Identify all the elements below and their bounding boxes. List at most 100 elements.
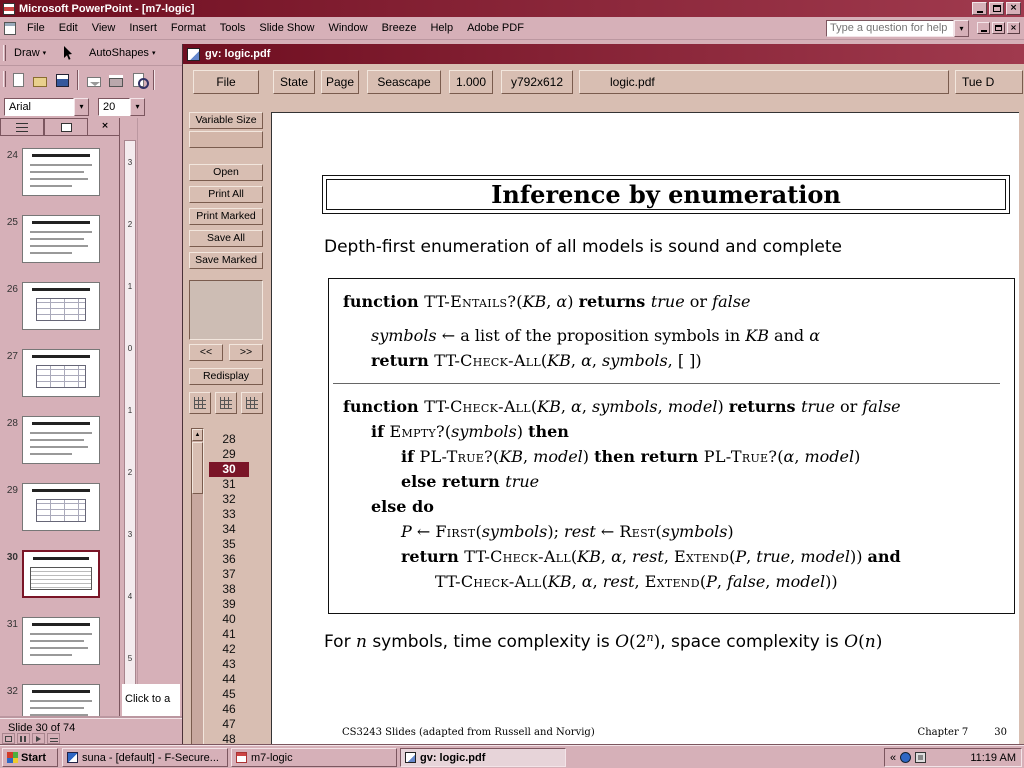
outline-view-icon (50, 736, 58, 742)
gv-page-number-36[interactable]: 36 (209, 552, 249, 567)
gv-pagelist-scrollbar[interactable]: ▲ (191, 428, 204, 745)
gv-page-number-33[interactable]: 33 (209, 507, 249, 522)
restore-button[interactable] (989, 2, 1004, 15)
menu-item-view[interactable]: View (85, 19, 123, 37)
menu-item-help[interactable]: Help (423, 19, 460, 37)
gv-page-number-34[interactable]: 34 (209, 522, 249, 537)
code-segment: ) (727, 522, 733, 541)
gv-page-list: 2829303132333435363738394041424344454647… (209, 44, 261, 745)
tray-icon-2[interactable] (915, 752, 926, 763)
autoshapes-menu-button[interactable]: AutoShapes ▾ (84, 44, 160, 62)
menu-item-insert[interactable]: Insert (122, 19, 164, 37)
gv-page-number-46[interactable]: 46 (209, 702, 249, 717)
code-segment: return (371, 351, 434, 370)
gv-date-button[interactable]: Tue D (955, 70, 1023, 94)
slide-thumbnail-30[interactable] (22, 550, 100, 598)
thumbnail-table (36, 365, 86, 388)
gv-page-number-41[interactable]: 41 (209, 627, 249, 642)
print-button[interactable] (106, 70, 126, 90)
help-combo-arrow-icon[interactable]: ▾ (954, 20, 969, 37)
menu-item-breeze[interactable]: Breeze (375, 19, 424, 37)
menu-item-slide-show[interactable]: Slide Show (252, 19, 321, 37)
menu-item-tools[interactable]: Tools (213, 19, 253, 37)
gv-1-000-button[interactable]: 1.000 (449, 70, 493, 94)
footer-credit: CS3243 Slides (adapted from Russell and … (342, 727, 595, 738)
gv-page-button[interactable]: Page (321, 70, 359, 94)
gv-page-number-32[interactable]: 32 (209, 492, 249, 507)
slide-thumbnail-25[interactable] (22, 215, 100, 263)
gv-page-number-35[interactable]: 35 (209, 537, 249, 552)
gv-page-number-47[interactable]: 47 (209, 717, 249, 732)
slide-thumbnail-32[interactable] (22, 684, 100, 718)
help-search-input[interactable] (826, 20, 954, 37)
email-button[interactable] (84, 70, 104, 90)
tab-outline[interactable] (0, 118, 44, 135)
toolbar-grip[interactable] (3, 71, 6, 87)
font-name-arrow-icon[interactable]: ▾ (74, 98, 89, 116)
gv-page-number-28[interactable]: 28 (209, 432, 249, 447)
slide-thumbnail-28[interactable] (22, 416, 100, 464)
gv-page-number-43[interactable]: 43 (209, 657, 249, 672)
gv-page-number-37[interactable]: 37 (209, 567, 249, 582)
minimize-button[interactable] (972, 2, 987, 15)
taskbar-task-m7-logic[interactable]: m7-logic (231, 748, 397, 767)
gv-y792x612-button[interactable]: y792x612 (501, 70, 573, 94)
start-button[interactable]: Start (2, 748, 58, 767)
close-pane-button[interactable]: × (98, 120, 112, 134)
gv-page-number-40[interactable]: 40 (209, 612, 249, 627)
slide-text-placeholder[interactable]: Click to a (122, 684, 180, 716)
gv-page-number-44[interactable]: 44 (209, 672, 249, 687)
close-button[interactable]: × (1006, 2, 1021, 15)
print-preview-button[interactable] (128, 70, 148, 90)
outline-view-button[interactable] (47, 733, 60, 744)
menu-item-adobe-pdf[interactable]: Adobe PDF (460, 19, 531, 37)
gv-page-number-45[interactable]: 45 (209, 687, 249, 702)
gv-page-number-48[interactable]: 48 (209, 732, 249, 745)
doc-minimize-button[interactable] (977, 22, 990, 34)
tab-slides[interactable] (44, 118, 88, 135)
slide-thumbnail-29[interactable] (22, 483, 100, 531)
taskbar-task-suna-default-f-secure[interactable]: suna - [default] - F-Secure... (62, 748, 228, 767)
open-folder-button[interactable] (30, 70, 50, 90)
complexity-segment: ) (876, 632, 883, 652)
doc-close-button[interactable]: × (1007, 22, 1020, 34)
taskbar-task-gv-logic-pdf[interactable]: gv: logic.pdf (400, 748, 566, 767)
slideshow-view-button[interactable] (32, 733, 45, 744)
gv-page-number-30[interactable]: 30 (209, 462, 249, 477)
gv-seascape-button[interactable]: Seascape (367, 70, 441, 94)
menu-item-format[interactable]: Format (164, 19, 213, 37)
font-size-combo[interactable]: 20 ▾ (98, 98, 145, 116)
select-objects-button[interactable] (58, 44, 80, 62)
toolbar-grip[interactable] (3, 45, 6, 61)
draw-menu-button[interactable]: Draw ▾ (9, 44, 51, 62)
gv-page-number-31[interactable]: 31 (209, 477, 249, 492)
menu-item-edit[interactable]: Edit (52, 19, 85, 37)
scroll-up-icon[interactable]: ▲ (192, 429, 203, 441)
slide-thumbnail-26[interactable] (22, 282, 100, 330)
menu-item-window[interactable]: Window (321, 19, 374, 37)
save-button[interactable] (52, 70, 72, 90)
gv-titlebar[interactable]: gv: logic.pdf (183, 44, 1024, 64)
new-document-button[interactable] (8, 70, 28, 90)
gv-state-button[interactable]: State (273, 70, 315, 94)
hidden-icons-chevron[interactable]: « (890, 752, 896, 764)
presentation-document-icon[interactable] (4, 22, 16, 35)
font-name-combo[interactable]: Arial ▾ (4, 98, 89, 116)
doc-restore-button[interactable] (992, 22, 1005, 34)
tray-icon-1[interactable] (900, 752, 911, 763)
slide-thumbnail-27[interactable] (22, 349, 100, 397)
gv-page-number-39[interactable]: 39 (209, 597, 249, 612)
slide-thumbnail-31[interactable] (22, 617, 100, 665)
gv-layout-toggle-1[interactable] (189, 392, 211, 414)
gv-page-number-29[interactable]: 29 (209, 447, 249, 462)
scrollbar-thumb[interactable] (192, 442, 203, 494)
gv-filename-button[interactable]: logic.pdf (579, 70, 949, 94)
slide-sorter-view-button[interactable] (17, 733, 30, 744)
gv-page-number-42[interactable]: 42 (209, 642, 249, 657)
font-size-arrow-icon[interactable]: ▾ (130, 98, 145, 116)
normal-view-button[interactable] (2, 733, 15, 744)
gv-page-number-38[interactable]: 38 (209, 582, 249, 597)
menu-item-file[interactable]: File (20, 19, 52, 37)
slide-thumbnail-24[interactable] (22, 148, 100, 196)
font-name-value: Arial (4, 98, 74, 116)
